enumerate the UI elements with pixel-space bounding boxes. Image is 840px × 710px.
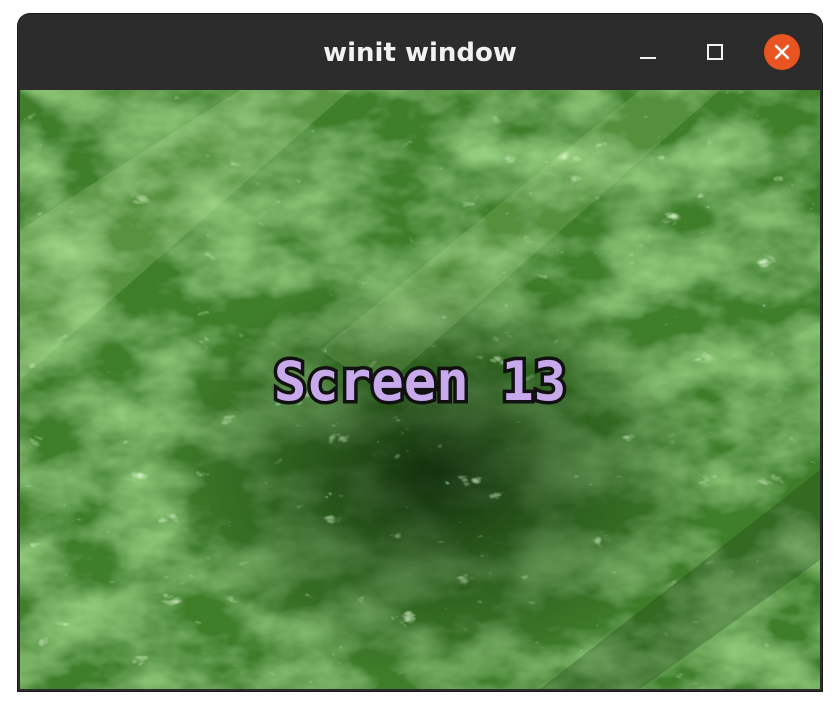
minimize-button[interactable] [630, 34, 666, 70]
render-canvas[interactable]: Screen 13 [20, 90, 820, 689]
maximize-button[interactable] [697, 34, 733, 70]
minimize-icon [640, 57, 656, 59]
screen-label: Screen 13 [270, 347, 570, 417]
maximize-icon [707, 44, 723, 60]
close-icon [764, 34, 800, 70]
close-button[interactable] [764, 34, 800, 70]
app-window: winit window Screen 13 [18, 14, 822, 691]
screen-label-text: Screen 13 [274, 350, 567, 413]
title-bar[interactable]: winit window [18, 14, 822, 90]
